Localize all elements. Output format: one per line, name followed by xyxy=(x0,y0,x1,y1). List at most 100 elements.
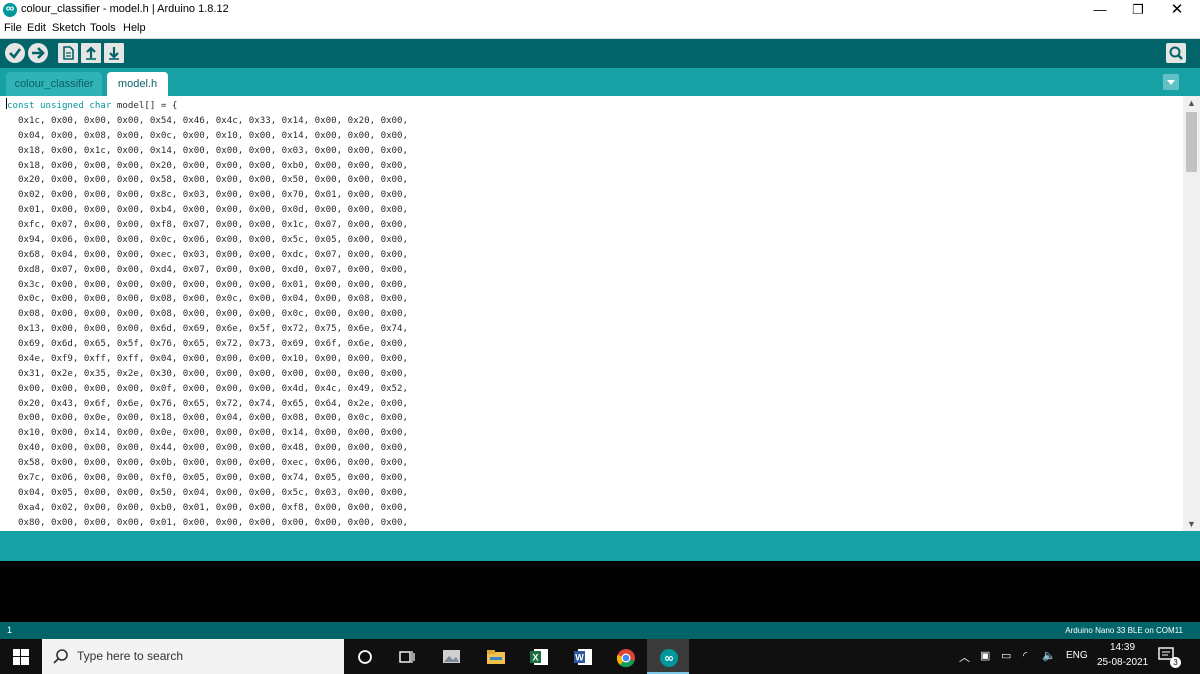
line-number: 1 xyxy=(7,625,13,635)
clock-date[interactable]: 25-08-2021 xyxy=(1097,657,1148,668)
meet-now-icon[interactable]: ▣ xyxy=(980,649,990,662)
save-button[interactable] xyxy=(104,43,124,63)
toolbar xyxy=(0,39,1200,68)
upload-button[interactable] xyxy=(28,43,48,63)
restore-button[interactable]: ❐ xyxy=(1116,0,1160,20)
tab-bar: colour_classifier model.h xyxy=(0,68,1200,96)
arduino-app[interactable]: ∞ xyxy=(647,639,689,674)
menu-bar: File Edit Sketch Tools Help xyxy=(0,20,1200,39)
svg-text:X: X xyxy=(532,653,538,663)
verify-icon xyxy=(9,48,22,59)
show-hidden-icons-icon[interactable]: ︿ xyxy=(959,649,970,665)
code-line: 0x00, 0x00, 0x00, 0x00, 0x0f, 0x00, 0x00… xyxy=(7,383,409,394)
menu-edit[interactable]: Edit xyxy=(27,22,46,34)
task-view-button[interactable] xyxy=(386,639,428,674)
scroll-thumb[interactable] xyxy=(1186,112,1197,172)
declaration-rest: model[] = { xyxy=(111,101,178,111)
code-line: 0x68, 0x04, 0x00, 0x00, 0xec, 0x03, 0x00… xyxy=(7,249,409,260)
window-title: colour_classifier - model.h | Arduino 1.… xyxy=(21,3,229,15)
code-line: 0x08, 0x00, 0x00, 0x00, 0x08, 0x00, 0x00… xyxy=(7,309,409,320)
code-line: 0x3c, 0x00, 0x00, 0x00, 0x00, 0x00, 0x00… xyxy=(7,279,409,290)
start-button[interactable] xyxy=(0,639,42,674)
excel-app[interactable]: X xyxy=(517,639,559,674)
wifi-icon[interactable]: ◜ xyxy=(1023,649,1027,662)
action-center-button[interactable]: 3 xyxy=(1158,647,1181,669)
word-app[interactable]: W xyxy=(561,639,603,674)
code-line: 0x31, 0x2e, 0x35, 0x2e, 0x30, 0x00, 0x00… xyxy=(7,368,409,379)
serial-monitor-icon xyxy=(1169,46,1183,60)
file-explorer-app[interactable] xyxy=(474,639,516,674)
code-line: 0x00, 0x00, 0x0e, 0x00, 0x18, 0x00, 0x04… xyxy=(7,413,409,424)
upload-icon xyxy=(32,47,45,59)
code-line: 0x69, 0x6d, 0x65, 0x5f, 0x76, 0x65, 0x72… xyxy=(7,339,409,349)
keyword-const: const xyxy=(7,101,35,111)
menu-sketch[interactable]: Sketch xyxy=(52,22,86,34)
footer-bar: 1 Arduino Nano 33 BLE on COM11 xyxy=(0,622,1200,639)
console-output xyxy=(0,561,1200,622)
input-language[interactable]: ENG xyxy=(1066,650,1088,661)
clock-time[interactable]: 14:39 xyxy=(1110,642,1135,653)
code-line: 0x13, 0x00, 0x00, 0x00, 0x6d, 0x69, 0x6e… xyxy=(7,324,409,335)
code-line: 0xfc, 0x07, 0x00, 0x00, 0xf8, 0x07, 0x00… xyxy=(7,220,409,230)
task-view-icon xyxy=(399,651,415,663)
menu-file[interactable]: File xyxy=(4,22,22,34)
new-button[interactable] xyxy=(58,43,78,63)
save-icon xyxy=(109,47,119,60)
keyword-unsigned: unsigned xyxy=(39,101,84,111)
chrome-app[interactable] xyxy=(604,639,646,674)
photos-icon xyxy=(443,650,460,663)
vertical-scrollbar[interactable]: ▲ ▼ xyxy=(1183,96,1200,531)
verify-button[interactable] xyxy=(5,43,25,63)
scroll-up-icon[interactable]: ▲ xyxy=(1183,96,1200,110)
close-button[interactable]: ✕ xyxy=(1155,0,1199,20)
menu-tools[interactable]: Tools xyxy=(90,22,116,34)
windows-icon xyxy=(13,649,29,665)
cortana-icon xyxy=(358,650,372,664)
search-icon xyxy=(53,649,68,664)
menu-help[interactable]: Help xyxy=(123,22,146,34)
cortana-button[interactable] xyxy=(344,639,386,674)
code-line: 0x01, 0x00, 0x00, 0x00, 0xb4, 0x00, 0x00… xyxy=(7,205,409,216)
code-line: 0x1c, 0x00, 0x00, 0x00, 0x54, 0x46, 0x4c… xyxy=(7,115,409,126)
code-line: 0x04, 0x05, 0x00, 0x00, 0x50, 0x04, 0x00… xyxy=(7,487,409,498)
new-icon xyxy=(63,46,74,60)
code-line: 0x04, 0x00, 0x08, 0x00, 0x0c, 0x00, 0x10… xyxy=(7,130,409,141)
tab-menu-button[interactable] xyxy=(1163,74,1179,90)
excel-icon: X xyxy=(530,649,548,665)
system-tray: ︿ ▣ ▭ ◜ 🔈 ENG 14:39 25-08-2021 3 xyxy=(955,639,1200,674)
code-line: 0x18, 0x00, 0x1c, 0x00, 0x14, 0x00, 0x00… xyxy=(7,145,409,156)
code-line: 0x80, 0x00, 0x00, 0x00, 0x01, 0x00, 0x00… xyxy=(7,517,409,528)
code-line: 0x20, 0x43, 0x6f, 0x6e, 0x76, 0x65, 0x72… xyxy=(7,398,409,409)
keyword-char: char xyxy=(89,101,112,111)
tab-colour-classifier[interactable]: colour_classifier xyxy=(6,72,102,96)
title-bar: colour_classifier - model.h | Arduino 1.… xyxy=(0,0,1200,20)
code-line: 0x4e, 0xf9, 0xff, 0xff, 0x04, 0x00, 0x00… xyxy=(7,353,409,364)
arduino-icon: ∞ xyxy=(660,649,678,667)
volume-icon[interactable]: 🔈 xyxy=(1042,649,1056,662)
code-text: const unsigned char model[] = { 0x1c, 0x… xyxy=(6,98,408,531)
taskbar: Type here to search X W ∞ ︿ ▣ ▭ ◜ 🔈 ENG … xyxy=(0,639,1200,674)
code-line: 0x7c, 0x06, 0x00, 0x00, 0xf0, 0x05, 0x00… xyxy=(7,472,409,483)
code-line: 0x10, 0x00, 0x14, 0x00, 0x0e, 0x00, 0x00… xyxy=(7,428,409,439)
svg-text:∞: ∞ xyxy=(664,651,674,665)
battery-icon[interactable]: ▭ xyxy=(1001,649,1011,662)
word-icon: W xyxy=(574,649,592,665)
tab-model-h[interactable]: model.h xyxy=(107,72,168,96)
open-button[interactable] xyxy=(81,43,101,63)
code-editor[interactable]: const unsigned char model[] = { 0x1c, 0x… xyxy=(0,96,1200,531)
scroll-down-icon[interactable]: ▼ xyxy=(1183,517,1200,531)
code-line: 0x40, 0x00, 0x00, 0x00, 0x44, 0x00, 0x00… xyxy=(7,443,409,454)
svg-text:W: W xyxy=(575,653,584,663)
taskbar-search-box[interactable]: Type here to search xyxy=(42,639,344,674)
open-icon xyxy=(86,46,96,60)
code-line: 0x0c, 0x00, 0x00, 0x00, 0x08, 0x00, 0x0c… xyxy=(7,294,409,305)
code-line: 0x02, 0x00, 0x00, 0x00, 0x8c, 0x03, 0x00… xyxy=(7,190,409,201)
photos-app[interactable] xyxy=(430,639,472,674)
code-line: const unsigned char model[] = { xyxy=(6,98,408,114)
arduino-app-icon xyxy=(3,1,17,17)
serial-monitor-button[interactable] xyxy=(1166,43,1186,63)
board-port-info: Arduino Nano 33 BLE on COM11 xyxy=(1065,626,1183,635)
status-bar xyxy=(0,531,1200,561)
code-line: 0x94, 0x06, 0x00, 0x00, 0x0c, 0x06, 0x00… xyxy=(7,234,409,245)
code-lines: 0x1c, 0x00, 0x00, 0x00, 0x54, 0x46, 0x4c… xyxy=(7,114,408,531)
